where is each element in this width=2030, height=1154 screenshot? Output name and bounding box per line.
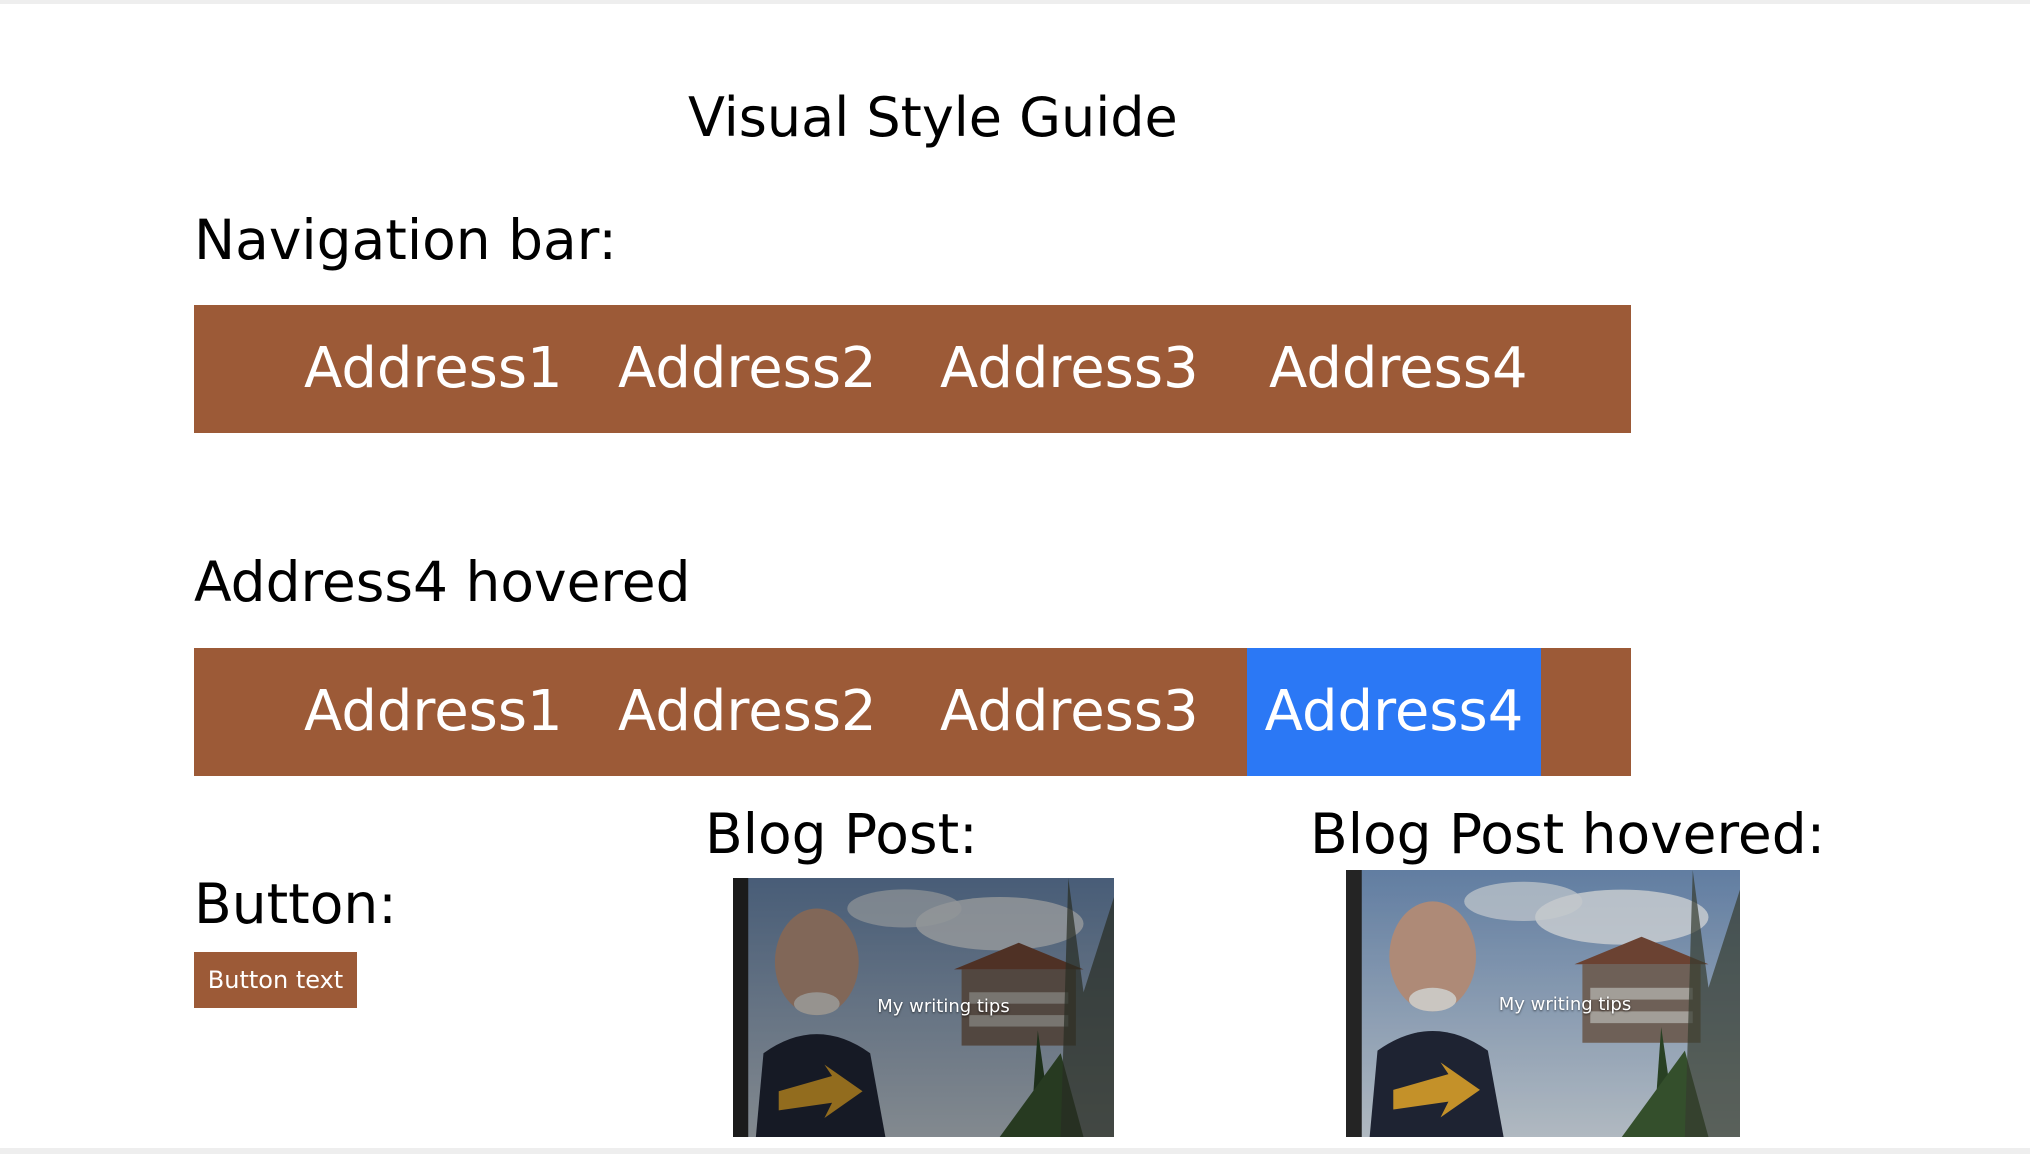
nav-item-address3[interactable]: Address3 (940, 648, 1199, 776)
blog-post-caption: My writing tips (877, 996, 1010, 1017)
hovered-state-label: Address4 hovered (194, 550, 691, 614)
blog-post-caption: My writing tips (1498, 994, 1632, 1015)
nav-item-address4-hovered[interactable]: Address4 (1247, 648, 1541, 776)
nav-item-address1[interactable]: Address1 (304, 305, 563, 433)
sample-button[interactable]: Button text (194, 952, 357, 1008)
navigation-bar: Address1 Address2 Address3 Address4 (194, 305, 1631, 433)
button-label: Button: (194, 872, 397, 936)
navigation-bar-label: Navigation bar: (194, 208, 617, 272)
blog-post-label: Blog Post: (705, 802, 978, 866)
blog-post-card-hovered[interactable]: My writing tips (1346, 870, 1740, 1137)
bottom-frame-border (0, 1148, 2030, 1154)
nav-item-address4[interactable]: Address4 (1247, 305, 1550, 433)
navigation-bar-hovered-example: Address1 Address2 Address3 Address4 (194, 648, 1631, 776)
nav-item-address3[interactable]: Address3 (940, 305, 1199, 433)
top-frame-border (0, 0, 2030, 4)
blog-post-hovered-label: Blog Post hovered: (1310, 802, 1826, 866)
nav-item-address2[interactable]: Address2 (618, 648, 877, 776)
nav-item-address1[interactable]: Address1 (304, 648, 563, 776)
page-title: Visual Style Guide (688, 86, 1178, 149)
blog-post-card[interactable]: My writing tips (733, 878, 1114, 1137)
nav-item-address2[interactable]: Address2 (618, 305, 877, 433)
